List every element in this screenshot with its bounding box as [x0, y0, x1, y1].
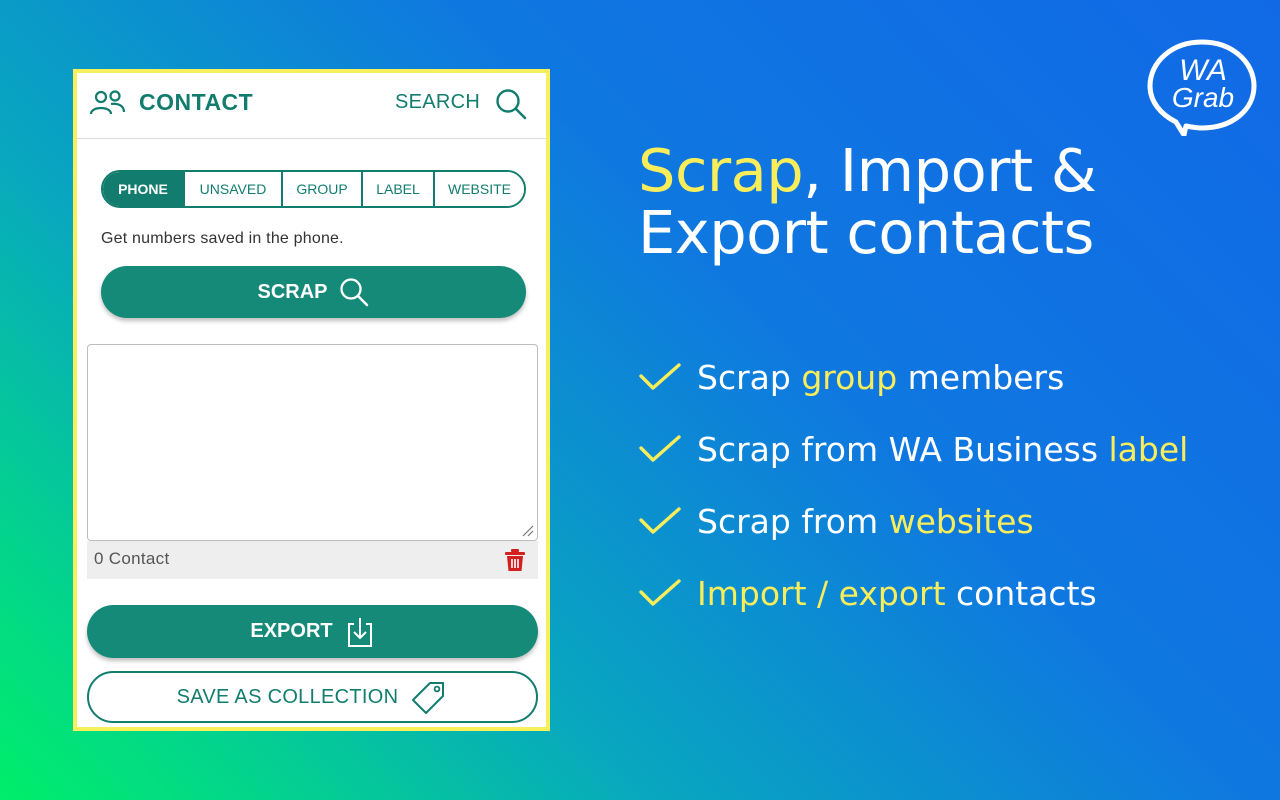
- wagrab-logo: WA Grab: [1147, 39, 1257, 136]
- tab-website[interactable]: WEBSITE: [435, 172, 524, 206]
- resize-grip-icon[interactable]: [520, 523, 534, 537]
- source-hint: Get numbers saved in the phone.: [101, 230, 344, 247]
- search-label[interactable]: SEARCH: [395, 91, 480, 114]
- tab-phone[interactable]: PHONE: [103, 172, 185, 206]
- source-tabs: PHONE UNSAVED GROUP LABEL WEBSITE: [101, 170, 526, 208]
- tab-unsaved[interactable]: UNSAVED: [185, 172, 283, 206]
- tab-group[interactable]: GROUP: [283, 172, 363, 206]
- feature-text: Scrap from websites: [697, 501, 1034, 541]
- feature-item: Scrap from WA Business label: [638, 424, 1258, 474]
- tag-icon: [412, 682, 445, 714]
- contacts-textarea[interactable]: [87, 344, 538, 541]
- scrap-button[interactable]: SCRAP: [101, 266, 526, 318]
- tab-label[interactable]: LABEL: [363, 172, 435, 206]
- headline-rest: , Import &: [803, 136, 1097, 205]
- panel-header: CONTACT SEARCH: [77, 73, 546, 139]
- logo-text-grab: Grab: [1172, 82, 1234, 113]
- trash-icon[interactable]: [504, 548, 526, 572]
- feature-item: Import / export contacts: [638, 568, 1258, 618]
- feature-item: Scrap group members: [638, 352, 1258, 402]
- contact-panel: CONTACT SEARCH PHONE UNSAVED GROUP LABEL…: [73, 69, 550, 731]
- check-icon: [639, 435, 681, 462]
- scrap-button-label: SCRAP: [257, 280, 328, 303]
- contacts-icon: [89, 90, 126, 115]
- contact-count: 0 Contact: [94, 549, 170, 568]
- save-as-collection-button[interactable]: SAVE AS COLLECTION: [87, 671, 538, 723]
- export-button-label: EXPORT: [250, 620, 333, 642]
- search-icon: [339, 278, 368, 307]
- check-icon: [639, 507, 681, 534]
- check-icon: [639, 579, 681, 606]
- check-icon: [639, 363, 681, 390]
- feature-text: Scrap group members: [697, 357, 1065, 397]
- feature-text: Scrap from WA Business label: [697, 429, 1189, 469]
- headline: Scrap, Import & Export contacts: [638, 140, 1097, 267]
- feature-text: Import / export contacts: [697, 573, 1097, 613]
- save-as-collection-label: SAVE AS COLLECTION: [176, 685, 399, 708]
- panel-title: CONTACT: [139, 89, 254, 115]
- search-icon[interactable]: [494, 87, 528, 121]
- contact-count-bar: 0 Contact: [87, 541, 538, 579]
- headline-highlight: Scrap: [638, 136, 804, 205]
- headline-line2: Export contacts: [638, 198, 1094, 267]
- download-icon: [347, 617, 372, 647]
- feature-item: Scrap from websites: [638, 496, 1258, 546]
- export-button[interactable]: EXPORT: [87, 605, 538, 658]
